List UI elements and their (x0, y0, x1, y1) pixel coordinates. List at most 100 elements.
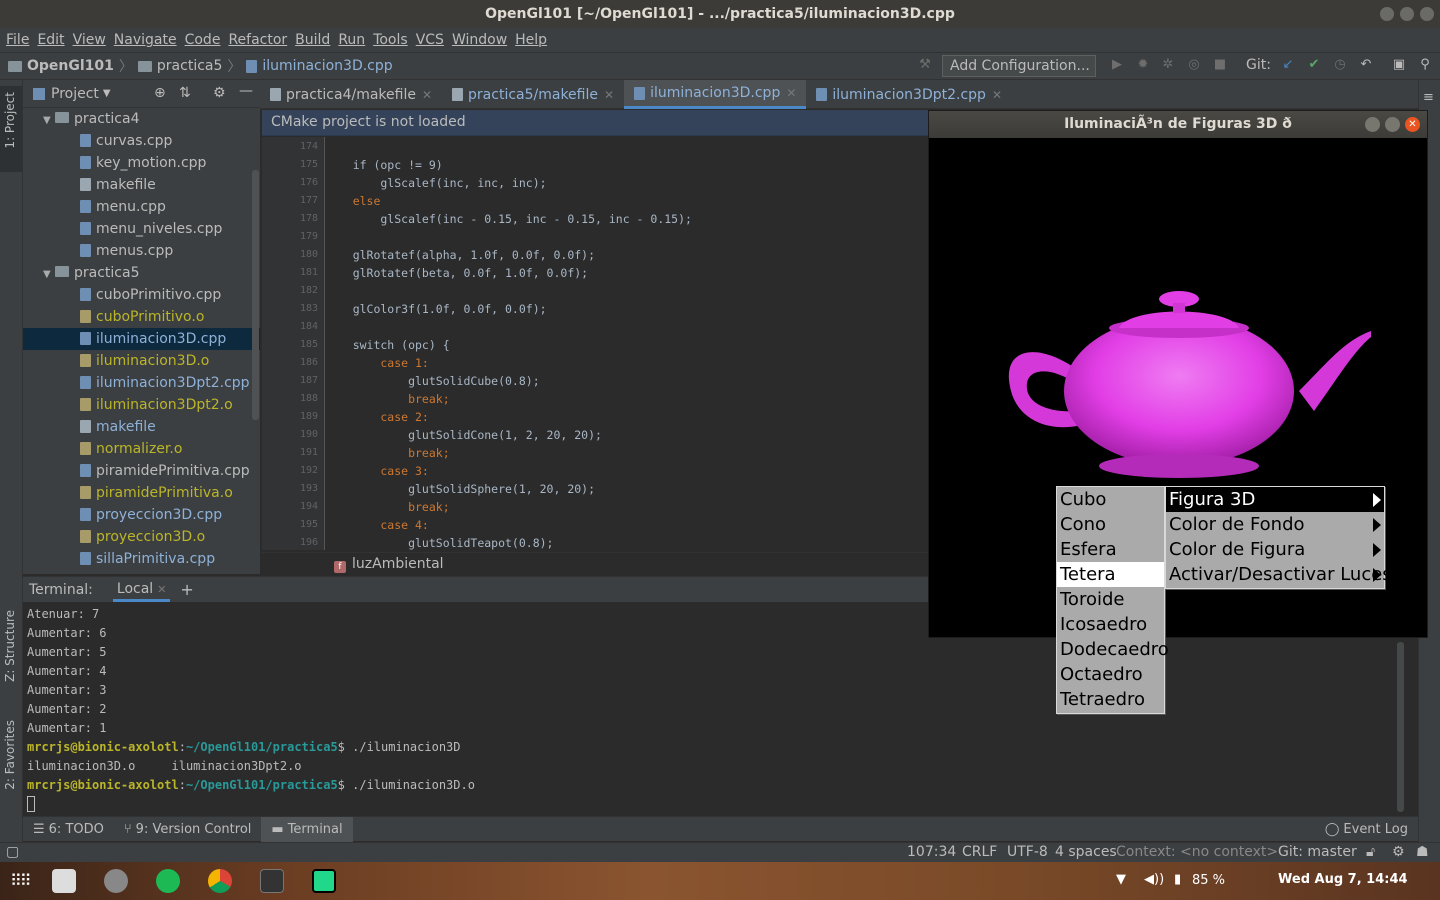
gear-icon[interactable]: ⚙ (1392, 843, 1405, 862)
git-history-icon[interactable]: ◷ (1333, 58, 1347, 72)
menu-vcs[interactable]: VCS (416, 32, 444, 48)
tree-folder-practica5[interactable]: ▼ practica5 (23, 262, 260, 284)
build-hammer-icon[interactable]: ⚒ (918, 58, 932, 72)
tree-item[interactable]: menus.cpp (23, 240, 260, 262)
chrome-app-icon[interactable] (208, 869, 232, 893)
tree-item[interactable]: proyeccion3D.o (23, 526, 260, 548)
close-button[interactable] (1420, 7, 1434, 21)
terminal-app-icon[interactable] (260, 869, 284, 893)
close-button[interactable]: ✕ (1405, 117, 1420, 132)
opengl-window[interactable]: IluminaciÃ³n de Figuras 3D ð ✕ Cubo Cono… (928, 110, 1428, 714)
structure-tool-tab[interactable]: Z: Structure (3, 610, 17, 682)
menu-item-cubo[interactable]: Cubo (1057, 487, 1164, 512)
tree-item[interactable]: key_motion.cpp (23, 152, 260, 174)
tree-item[interactable]: iluminacion3D.o (23, 350, 260, 372)
chevron-down-icon[interactable]: ▼ (43, 110, 55, 132)
run-icon[interactable]: ▶ (1110, 58, 1124, 72)
menu-window[interactable]: Window (452, 32, 507, 48)
spotify-app-icon[interactable] (156, 869, 180, 893)
tree-item[interactable]: piramidePrimitiva.cpp (23, 460, 260, 482)
terminal-tab-local[interactable]: Local ✕ (112, 577, 171, 602)
stop-icon[interactable]: ■ (1213, 58, 1227, 72)
context-label[interactable]: Context: <no context> (1116, 843, 1278, 862)
menu-item-luces[interactable]: Activar/Desactivar Luces (1166, 562, 1392, 587)
database-icon[interactable]: ≡ (1423, 90, 1434, 105)
menu-build[interactable]: Build (295, 32, 330, 48)
structure-view-icon[interactable]: ▣ (1392, 58, 1406, 72)
menu-tools[interactable]: Tools (373, 32, 408, 48)
search-icon[interactable]: ⚲ (1418, 58, 1432, 72)
tab-practica5-makefile[interactable]: practica5/makefile ✕ (442, 80, 624, 109)
menu-edit[interactable]: Edit (37, 32, 64, 48)
tree-item[interactable]: menu_niveles.cpp (23, 218, 260, 240)
add-terminal-icon[interactable]: + (180, 580, 193, 599)
line-separator[interactable]: CRLF (962, 843, 997, 862)
tree-item[interactable]: normalizer.o (23, 438, 260, 460)
cursor-position[interactable]: 107:34 (907, 843, 956, 862)
files-app-icon[interactable] (52, 869, 76, 893)
tree-item[interactable]: cuboPrimitivo.cpp (23, 284, 260, 306)
git-commit-icon[interactable]: ✔ (1307, 58, 1321, 72)
coverage-icon[interactable]: ✲ (1161, 58, 1175, 72)
volume-icon[interactable]: ◀)) (1144, 872, 1164, 887)
menu-item-cono[interactable]: Cono (1057, 512, 1164, 537)
chevron-down-icon[interactable]: ▼ (43, 264, 55, 286)
notification-icon[interactable]: ☗ (1416, 843, 1429, 862)
lock-icon[interactable]: 🔓︎ (1366, 843, 1375, 862)
file-encoding[interactable]: UTF-8 (1007, 843, 1048, 862)
git-branch[interactable]: Git: master (1278, 843, 1357, 862)
tree-item[interactable]: iluminacion3Dpt2.cpp (23, 372, 260, 394)
git-update-icon[interactable]: ↙ (1281, 58, 1295, 72)
tree-item[interactable]: piramidePrimitiva.o (23, 482, 260, 504)
minimize-button[interactable] (1380, 7, 1394, 21)
tab-practica4-makefile[interactable]: practica4/makefile ✕ (260, 80, 442, 109)
event-log-button[interactable]: ◯ Event Log (1325, 822, 1408, 837)
project-tool-tab[interactable]: 1: Project (3, 92, 17, 149)
minimize-button[interactable] (1365, 117, 1380, 132)
tab-iluminacion3dpt2[interactable]: iluminacion3Dpt2.cpp ✕ (806, 80, 1012, 109)
menu-item-color-figura[interactable]: Color de Figura (1166, 537, 1384, 562)
tab-iluminacion3d[interactable]: iluminacion3D.cpp ✕ (624, 79, 807, 109)
clock[interactable]: Wed Aug 7, 14:44 (1278, 872, 1408, 887)
chevron-down-icon[interactable]: ▼ (103, 88, 111, 99)
terminal-scrollbar[interactable] (1397, 642, 1404, 812)
menu-item-esfera[interactable]: Esfera (1057, 537, 1164, 562)
battery-icon[interactable]: ▮ (1174, 872, 1181, 887)
terminal-tab[interactable]: ▬ Terminal (261, 816, 353, 842)
battery-percent[interactable]: 85 % (1192, 873, 1225, 888)
add-configuration-button[interactable]: Add Configuration... (942, 55, 1096, 77)
close-icon[interactable]: ✕ (422, 81, 432, 109)
menu-item-octaedro[interactable]: Octaedro (1057, 662, 1164, 687)
tree-item[interactable]: makefile (23, 174, 260, 196)
tree-item[interactable]: menu.cpp (23, 196, 260, 218)
breadcrumb-project[interactable]: OpenGl101 (27, 58, 114, 74)
close-icon[interactable]: ✕ (786, 79, 796, 107)
project-panel-title[interactable]: Project (51, 86, 99, 102)
close-icon[interactable]: ✕ (992, 81, 1002, 109)
menu-item-color-fondo[interactable]: Color de Fondo (1166, 512, 1384, 537)
menu-item-tetera[interactable]: Tetera (1057, 562, 1164, 587)
maximize-button[interactable] (1385, 117, 1400, 132)
function-crumb[interactable]: luzAmbiental (352, 556, 444, 572)
tree-item[interactable]: proyeccion3D.cpp (23, 504, 260, 526)
breadcrumb-folder[interactable]: practica5 (157, 58, 222, 74)
settings-app-icon[interactable] (104, 869, 128, 893)
breadcrumb-file[interactable]: iluminacion3D.cpp (262, 58, 392, 74)
apps-grid-icon[interactable]: ⠿⠿ (10, 871, 31, 890)
todo-tab[interactable]: ☰ 6: TODO (23, 817, 114, 842)
wifi-icon[interactable]: ▼ (1116, 872, 1126, 887)
menu-file[interactable]: File (6, 32, 29, 48)
close-icon[interactable]: ✕ (157, 583, 166, 596)
layout-icon[interactable]: ▢ (6, 843, 19, 862)
tree-scrollbar[interactable] (252, 170, 259, 420)
maximize-button[interactable] (1400, 7, 1414, 21)
profile-icon[interactable]: ◎ (1187, 58, 1201, 72)
menu-item-toroide[interactable]: Toroide (1057, 587, 1164, 612)
close-icon[interactable]: ✕ (604, 81, 614, 109)
locate-icon[interactable]: ⊕ (154, 85, 166, 101)
favorites-tool-tab[interactable]: 2: Favorites (3, 720, 17, 790)
indent-setting[interactable]: 4 spaces (1055, 843, 1117, 862)
tree-item[interactable]: cuboPrimitivo.o (23, 306, 260, 328)
version-control-tab[interactable]: ⑂ 9: Version Control (114, 817, 262, 842)
tree-item[interactable]: iluminacion3Dpt2.o (23, 394, 260, 416)
